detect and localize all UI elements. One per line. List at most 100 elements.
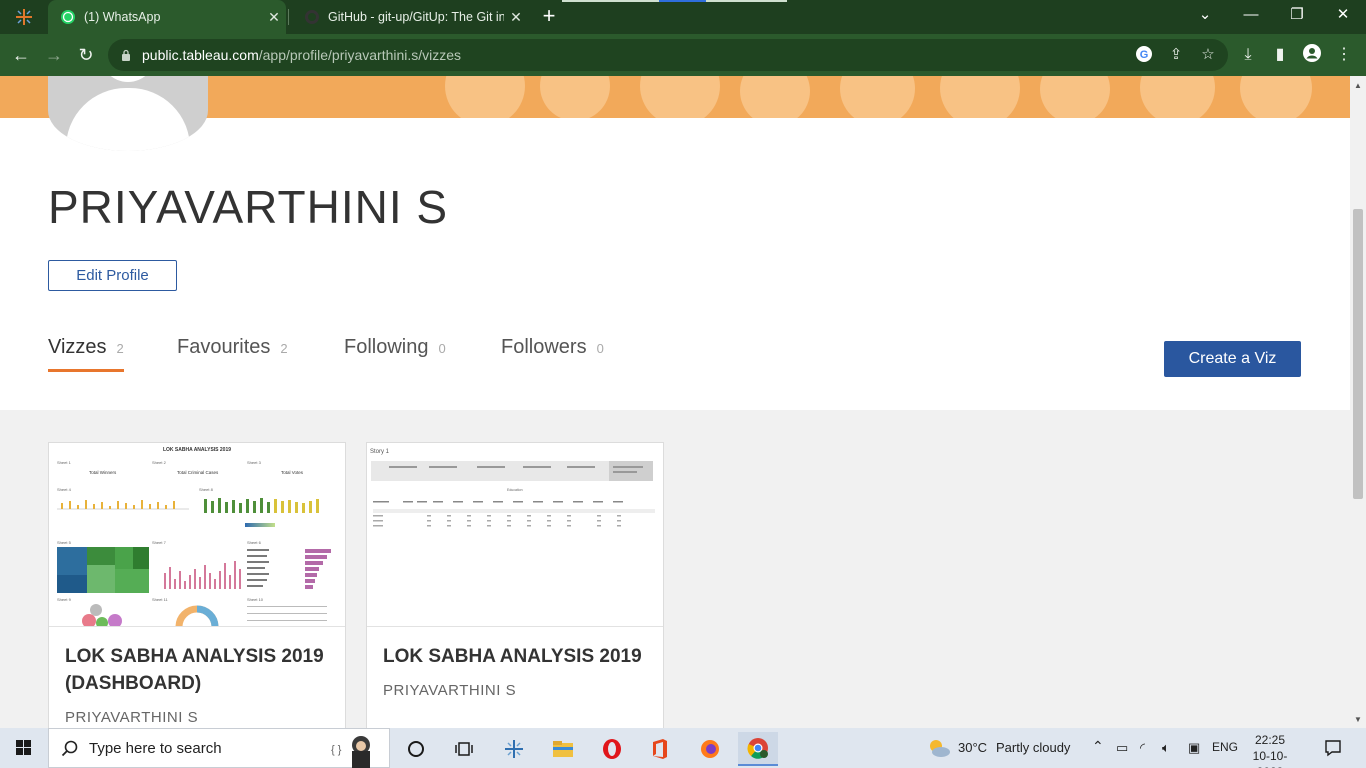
side-panel-icon[interactable]: ▮	[1268, 43, 1292, 67]
chrome-taskbar-icon[interactable]	[738, 732, 778, 766]
svg-text:Sheet 11: Sheet 11	[152, 597, 168, 602]
task-view-icon[interactable]	[444, 732, 484, 766]
restore-button[interactable]: ❐	[1274, 0, 1320, 34]
svg-text:Sheet 3: Sheet 3	[247, 460, 262, 465]
tab-count: 0	[438, 341, 446, 356]
tab-followers[interactable]: Followers 0	[501, 336, 604, 372]
svg-text:Sheet 8: Sheet 8	[199, 487, 214, 492]
firefox-icon[interactable]	[690, 732, 730, 766]
browser-toolbar: ← → ↻ public.tableau.com/app/profile/pri…	[0, 34, 1366, 76]
google-icon[interactable]: G	[1134, 45, 1154, 65]
close-tab-icon[interactable]: ✕	[504, 9, 528, 26]
clock[interactable]: 22:25 10-10-2023	[1244, 732, 1296, 768]
address-bar[interactable]: public.tableau.com/app/profile/priyavart…	[108, 39, 1228, 71]
tab-label: Following	[344, 336, 429, 358]
tab-title: GitHub - git-up/GitUp: The Git in	[328, 10, 504, 24]
lock-icon	[122, 49, 130, 61]
battery-icon[interactable]: ▭	[1116, 740, 1128, 756]
tab-whatsapp[interactable]: (1) WhatsApp ✕	[48, 0, 286, 34]
svg-text:Total Criminal Cases: Total Criminal Cases	[177, 470, 219, 475]
windows-start-button[interactable]	[0, 728, 48, 768]
tab-label: Vizzes	[48, 336, 107, 358]
profile-name: PRIYAVARTHINI S	[48, 181, 449, 233]
taskbar-search-box[interactable]: Type here to search { }	[48, 728, 390, 768]
viz-card[interactable]: LOK SABHA ANALYSIS 2019 Sheet 1 Sheet 2 …	[48, 442, 346, 728]
viz-author[interactable]: PRIYAVARTHINI S	[65, 709, 198, 726]
viz-card[interactable]: Story 1 Education LOK SABHA ANALYSIS 201…	[366, 442, 664, 728]
bookmark-star-icon[interactable]: ☆	[1198, 45, 1218, 65]
minimize-button[interactable]: —	[1228, 0, 1274, 34]
svg-text:Sheet 7: Sheet 7	[152, 540, 167, 545]
opera-icon[interactable]	[592, 732, 632, 766]
new-tab-button[interactable]: +	[538, 5, 560, 29]
weather-partly-cloudy-icon[interactable]	[926, 737, 952, 759]
back-icon[interactable]: ←	[8, 42, 34, 68]
tab-vizzes[interactable]: Vizzes 2	[48, 336, 124, 372]
close-window-button[interactable]: ✕	[1320, 0, 1366, 34]
tab-following[interactable]: Following 0	[344, 336, 446, 372]
svg-text:Sheet 4: Sheet 4	[57, 487, 72, 492]
avatar	[48, 76, 208, 151]
viz-title[interactable]: LOK SABHA ANALYSIS 2019	[383, 643, 653, 670]
tab-github[interactable]: GitHub - git-up/GitUp: The Git in ✕	[292, 0, 528, 34]
create-viz-button[interactable]: Create a Viz	[1164, 341, 1301, 377]
svg-text:Sheet 2: Sheet 2	[152, 460, 167, 465]
tableau-taskbar-icon[interactable]	[494, 732, 534, 766]
menu-kebab-icon[interactable]: ⋮	[1332, 43, 1356, 67]
download-icon[interactable]: ⤓	[1236, 43, 1260, 67]
whatsapp-icon	[61, 10, 75, 24]
display-icon[interactable]: ▣	[1188, 740, 1200, 756]
notifications-icon[interactable]	[1324, 739, 1342, 757]
svg-text:Total Votes: Total Votes	[281, 470, 304, 475]
wifi-icon[interactable]: ◜	[1140, 740, 1145, 756]
svg-text:Sheet 1: Sheet 1	[57, 460, 72, 465]
forward-icon[interactable]: →	[41, 42, 67, 68]
viz-thumbnail[interactable]: Story 1 Education	[367, 443, 663, 627]
viz-thumbnail[interactable]: LOK SABHA ANALYSIS 2019 Sheet 1 Sheet 2 …	[49, 443, 345, 627]
svg-text:Total Winners: Total Winners	[89, 470, 117, 475]
page-scrollbar[interactable]: ▲ ▼	[1350, 76, 1366, 728]
office-icon[interactable]	[640, 732, 680, 766]
search-icon	[61, 740, 78, 757]
close-tab-icon[interactable]: ✕	[262, 9, 286, 26]
edit-profile-button[interactable]: Edit Profile	[48, 260, 177, 291]
url-text: public.tableau.com/app/profile/priyavart…	[142, 47, 462, 63]
svg-text:Sheet 6: Sheet 6	[247, 540, 262, 545]
viz-author[interactable]: PRIYAVARTHINI S	[383, 682, 516, 699]
tab-title: (1) WhatsApp	[84, 10, 161, 24]
share-icon[interactable]: ⇪	[1166, 45, 1186, 65]
tableau-app-icon[interactable]	[14, 7, 34, 27]
scrollbar-thumb[interactable]	[1353, 209, 1363, 499]
weather-description[interactable]: Partly cloudy	[996, 740, 1070, 755]
search-placeholder: Type here to search	[89, 740, 222, 757]
cortana-icon[interactable]	[396, 732, 436, 766]
story-thumbnail-image: Story 1 Education	[370, 449, 655, 527]
weather-temp[interactable]: 30°C	[958, 740, 987, 755]
show-hidden-icons[interactable]: ⌃	[1092, 738, 1104, 755]
tab-count: 0	[596, 341, 604, 356]
svg-text:Education: Education	[507, 488, 523, 492]
thumb-header: Story 1	[370, 449, 390, 455]
reload-icon[interactable]: ↻	[73, 42, 99, 68]
svg-text:Sheet 5: Sheet 5	[57, 540, 72, 545]
windows-taskbar: Type here to search { } 30°C Partly clou…	[0, 728, 1366, 768]
dashboard-thumbnail-image: LOK SABHA ANALYSIS 2019 Sheet 1 Sheet 2 …	[57, 447, 331, 626]
scroll-down-icon[interactable]: ▼	[1354, 715, 1362, 724]
svg-text:{ }: { }	[331, 744, 342, 756]
tab-search-icon[interactable]: ⌄	[1182, 0, 1228, 34]
windows-logo-icon	[16, 740, 31, 755]
viz-title[interactable]: LOK SABHA ANALYSIS 2019 (DASHBOARD)	[65, 643, 335, 697]
volume-icon[interactable]: 🔈︎	[1162, 740, 1170, 756]
clock-date: 10-10-2023	[1252, 749, 1288, 768]
browser-tab-strip: (1) WhatsApp ✕ GitHub - git-up/GitUp: Th…	[0, 0, 1366, 34]
profile-page: PRIYAVARTHINI S Edit Profile Vizzes 2 Fav…	[0, 76, 1350, 728]
tab-favourites[interactable]: Favourites 2	[177, 336, 288, 372]
tab-label: Favourites	[177, 336, 271, 358]
svg-text:Sheet 9: Sheet 9	[57, 597, 72, 602]
scroll-up-icon[interactable]: ▲	[1354, 81, 1362, 90]
clock-time: 22:25	[1254, 733, 1286, 747]
file-explorer-icon[interactable]	[543, 732, 583, 766]
profile-icon[interactable]	[1300, 43, 1324, 67]
language-indicator[interactable]: ENG	[1212, 740, 1238, 754]
tab-count: 2	[116, 341, 124, 356]
